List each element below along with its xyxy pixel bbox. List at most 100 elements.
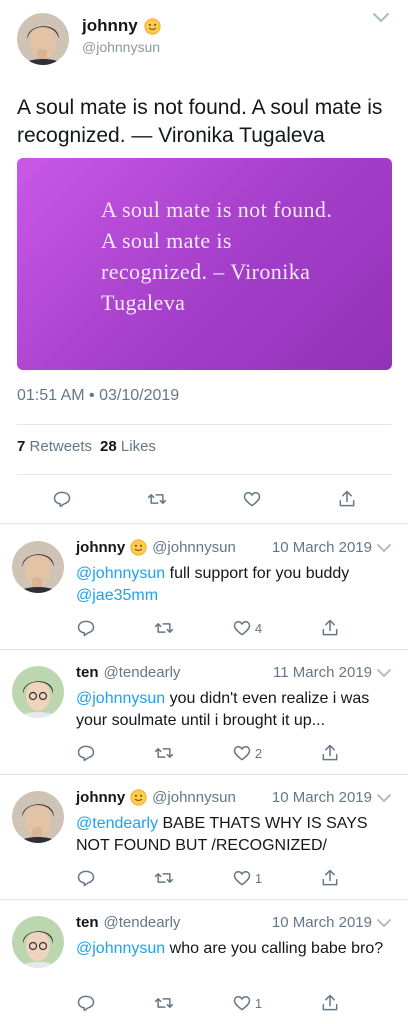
reply-button[interactable] bbox=[52, 489, 72, 509]
reply-author-name[interactable]: johnny bbox=[76, 789, 125, 806]
smiling-face-emoji bbox=[130, 539, 147, 556]
share-icon bbox=[339, 490, 355, 507]
avatar-ten[interactable] bbox=[12, 666, 64, 718]
author-handle[interactable]: @johnnysun bbox=[82, 39, 160, 55]
tweet-text: A soul mate is not found. A soul mate is… bbox=[17, 96, 383, 147]
tweet-media-image[interactable]: A soul mate is not found. A soul mate is… bbox=[17, 158, 392, 370]
reply-icon bbox=[77, 620, 95, 637]
avatar-johnny[interactable] bbox=[12, 541, 64, 593]
like-icon bbox=[243, 492, 261, 507]
reply-button[interactable] bbox=[76, 743, 96, 763]
reply-actions: 2 bbox=[76, 743, 340, 763]
mention-link[interactable]: @johnnysun bbox=[76, 940, 165, 957]
reply-author-handle[interactable]: @johnnysun bbox=[152, 789, 236, 806]
reply-actions: 4 bbox=[76, 618, 340, 638]
reply-text: @johnnysun full support for you buddy @j… bbox=[76, 563, 398, 607]
reply-author-name[interactable]: ten bbox=[76, 664, 99, 681]
reply-header: ten @tendearly bbox=[76, 664, 180, 681]
reply-icon bbox=[77, 995, 95, 1012]
chevron-down-icon[interactable] bbox=[377, 794, 391, 803]
reply-icon bbox=[77, 745, 95, 762]
reply-text-body: full support for you buddy bbox=[165, 565, 350, 582]
reply-text: @tendearly BABE THATS WHY IS SAYS NOT FO… bbox=[76, 813, 398, 857]
like-icon bbox=[233, 746, 251, 761]
chevron-down-icon[interactable] bbox=[377, 919, 391, 928]
reply-icon bbox=[77, 870, 95, 887]
reply-header: johnny @johnnysun bbox=[76, 789, 236, 806]
chevron-down-icon[interactable] bbox=[377, 669, 391, 678]
share-button[interactable] bbox=[337, 489, 357, 509]
divider bbox=[17, 474, 392, 475]
like-button[interactable]: 1 bbox=[232, 993, 262, 1013]
like-button[interactable]: 1 bbox=[232, 868, 262, 888]
media-image-text: A soul mate is not found. A soul mate is… bbox=[101, 197, 333, 315]
tweet-stats: 7 Retweets 28 Likes bbox=[17, 438, 156, 455]
reply-author-handle[interactable]: @tendearly bbox=[104, 914, 181, 931]
retweet-icon bbox=[154, 623, 174, 633]
mention-link[interactable]: @johnnysun bbox=[76, 690, 165, 707]
retweet-button[interactable] bbox=[147, 489, 167, 509]
author-name[interactable]: johnny bbox=[82, 16, 161, 36]
like-icon bbox=[233, 871, 251, 886]
retweet-button[interactable] bbox=[154, 618, 174, 638]
smiling-face-emoji bbox=[144, 17, 161, 35]
reply-date: 11 March 2019 bbox=[273, 664, 372, 681]
like-count: 4 bbox=[254, 620, 263, 636]
retweets-stat[interactable]: 7 Retweets bbox=[17, 438, 92, 455]
chevron-down-icon[interactable] bbox=[377, 544, 391, 553]
reply-tweet[interactable]: ten @tendearly 10 March 2019 @johnnysun … bbox=[0, 899, 408, 1024]
reply-tweet[interactable]: johnny @johnnysun 10 March 2019 @johnnys… bbox=[0, 524, 408, 649]
reply-button[interactable] bbox=[76, 868, 96, 888]
reply-text: @johnnysun you didn't even realize i was… bbox=[76, 688, 398, 732]
avatar-johnny[interactable] bbox=[17, 13, 69, 65]
author-name-text[interactable]: johnny bbox=[82, 16, 138, 36]
reply-actions: 1 bbox=[76, 868, 340, 888]
reply-header: ten @tendearly bbox=[76, 914, 180, 931]
avatar-johnny[interactable] bbox=[12, 791, 64, 843]
reply-text-body: who are you calling babe bro? bbox=[165, 940, 384, 957]
reply-author-name[interactable]: ten bbox=[76, 914, 99, 931]
reply-button[interactable] bbox=[76, 618, 96, 638]
avatar-ten[interactable] bbox=[12, 916, 64, 968]
reply-date: 10 March 2019 bbox=[271, 539, 372, 556]
retweet-button[interactable] bbox=[154, 993, 174, 1013]
reply-tweet[interactable]: johnny @johnnysun 10 March 2019 @tendear… bbox=[0, 774, 408, 899]
mention-link[interactable]: @johnnysun bbox=[76, 565, 165, 582]
mention-link[interactable]: @tendearly bbox=[76, 815, 158, 832]
reply-actions: 1 bbox=[76, 993, 340, 1013]
reply-icon bbox=[53, 491, 71, 508]
retweets-count: 7 bbox=[17, 438, 26, 455]
like-count: 2 bbox=[254, 745, 263, 761]
retweet-icon bbox=[147, 494, 167, 504]
likes-stat[interactable]: 28 Likes bbox=[100, 438, 156, 455]
like-count: 1 bbox=[254, 995, 263, 1011]
share-button[interactable] bbox=[320, 618, 340, 638]
reply-author-handle[interactable]: @johnnysun bbox=[152, 539, 236, 556]
like-count: 1 bbox=[254, 870, 263, 886]
retweet-icon bbox=[154, 748, 174, 758]
share-icon bbox=[322, 619, 338, 636]
smiling-face-emoji bbox=[130, 789, 147, 806]
tweet-actions bbox=[52, 489, 357, 509]
likes-label: Likes bbox=[120, 438, 156, 455]
retweet-button[interactable] bbox=[154, 743, 174, 763]
retweet-button[interactable] bbox=[154, 868, 174, 888]
share-icon bbox=[322, 869, 338, 886]
like-button[interactable] bbox=[242, 489, 262, 509]
reply-button[interactable] bbox=[76, 993, 96, 1013]
share-icon bbox=[322, 744, 338, 761]
share-button[interactable] bbox=[320, 993, 340, 1013]
reply-author-name[interactable]: johnny bbox=[76, 539, 125, 556]
like-button[interactable]: 4 bbox=[232, 618, 262, 638]
share-button[interactable] bbox=[320, 743, 340, 763]
like-button[interactable]: 2 bbox=[232, 743, 262, 763]
reply-author-handle[interactable]: @tendearly bbox=[104, 664, 181, 681]
like-icon bbox=[233, 996, 251, 1011]
reply-tweet[interactable]: ten @tendearly 11 March 2019 @johnnysun … bbox=[0, 649, 408, 774]
mention-link[interactable]: @jae35mm bbox=[76, 587, 158, 604]
chevron-down-icon[interactable] bbox=[372, 12, 390, 24]
reply-text: @johnnysun who are you calling babe bro? bbox=[76, 938, 398, 960]
retweet-icon bbox=[154, 873, 174, 883]
tweet-timestamp: 01:51 AM • 03/10/2019 bbox=[17, 387, 180, 404]
share-button[interactable] bbox=[320, 868, 340, 888]
